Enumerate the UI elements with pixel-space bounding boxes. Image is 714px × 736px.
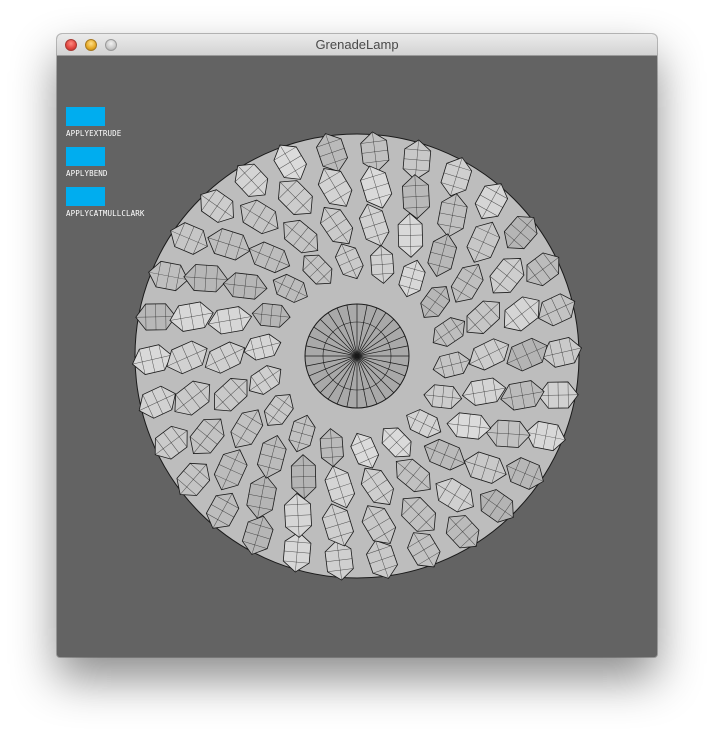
grenade-lamp-mesh — [132, 131, 582, 581]
apply-catmullclark-control: APPLYCATMULLCLARK — [66, 187, 144, 218]
apply-catmullclark-button[interactable] — [66, 187, 105, 206]
apply-extrude-button[interactable] — [66, 107, 105, 126]
sketch-canvas[interactable]: APPLYEXTRUDE APPLYBEND APPLYCATMULLCLARK — [57, 56, 657, 657]
apply-bend-control: APPLYBEND — [66, 147, 108, 178]
apply-bend-label: APPLYBEND — [66, 169, 108, 178]
apply-extrude-label: APPLYEXTRUDE — [66, 129, 122, 138]
app-window: GrenadeLamp APPLYEXTRUDE APPLYBEND APPLY… — [57, 34, 657, 657]
mesh-render — [132, 131, 582, 581]
apply-catmullclark-label: APPLYCATMULLCLARK — [66, 209, 145, 218]
apply-bend-button[interactable] — [66, 147, 105, 166]
window-title: GrenadeLamp — [315, 37, 399, 52]
apply-extrude-control: APPLYEXTRUDE — [66, 107, 121, 138]
title-bar[interactable]: GrenadeLamp — [57, 34, 657, 56]
